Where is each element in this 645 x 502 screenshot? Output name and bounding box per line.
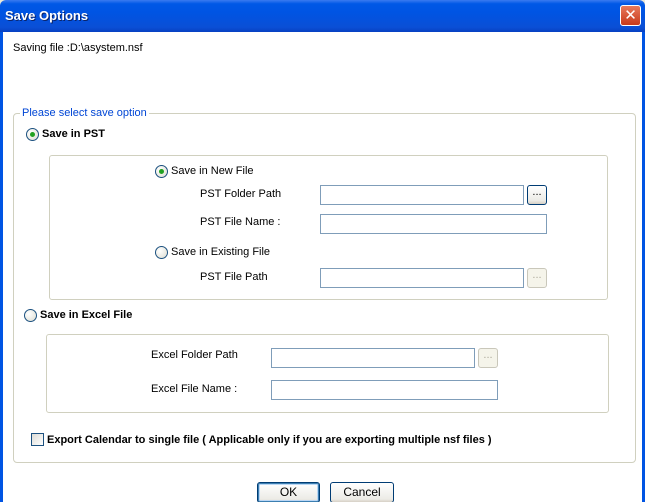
save-in-excel-label[interactable]: Save in Excel File: [40, 309, 132, 321]
excel-folder-path-label: Excel Folder Path: [151, 349, 238, 361]
save-in-pst-label[interactable]: Save in PST: [42, 128, 105, 140]
saving-file-label: Saving file :D:\asystem.nsf: [13, 42, 143, 54]
pst-folder-browse-button[interactable]: ...: [527, 185, 547, 205]
close-icon: ✕: [624, 6, 637, 24]
pst-folder-path-label: PST Folder Path: [200, 188, 282, 200]
excel-file-name-label: Excel File Name :: [151, 383, 238, 395]
title-bar: Save Options ✕: [0, 0, 645, 32]
pst-folder-path-input[interactable]: [320, 185, 524, 205]
export-calendar-checkbox[interactable]: [31, 433, 44, 446]
save-in-excel-radio[interactable]: [24, 309, 37, 322]
save-in-pst-radio[interactable]: [26, 128, 39, 141]
cancel-button[interactable]: Cancel: [330, 482, 394, 502]
ok-button[interactable]: OK: [257, 482, 320, 502]
export-calendar-label[interactable]: Export Calendar to single file ( Applica…: [47, 434, 492, 446]
save-in-existing-file-label[interactable]: Save in Existing File: [171, 246, 270, 258]
pst-file-path-label: PST File Path: [200, 271, 268, 283]
pst-file-name-input[interactable]: [320, 214, 547, 234]
window-title: Save Options: [5, 8, 89, 23]
close-button[interactable]: ✕: [620, 5, 641, 26]
save-in-new-file-radio[interactable]: [155, 165, 168, 178]
excel-options-box: [46, 334, 609, 413]
save-in-existing-file-radio[interactable]: [155, 246, 168, 259]
pst-file-path-browse-button[interactable]: ...: [527, 268, 547, 288]
excel-file-name-input[interactable]: [271, 380, 498, 400]
excel-folder-browse-button[interactable]: ...: [478, 348, 498, 368]
pst-file-path-input[interactable]: [320, 268, 524, 288]
save-option-legend: Please select save option: [20, 107, 149, 119]
save-in-new-file-label[interactable]: Save in New File: [171, 165, 254, 177]
pst-file-name-label: PST File Name :: [200, 216, 281, 228]
excel-folder-path-input[interactable]: [271, 348, 475, 368]
